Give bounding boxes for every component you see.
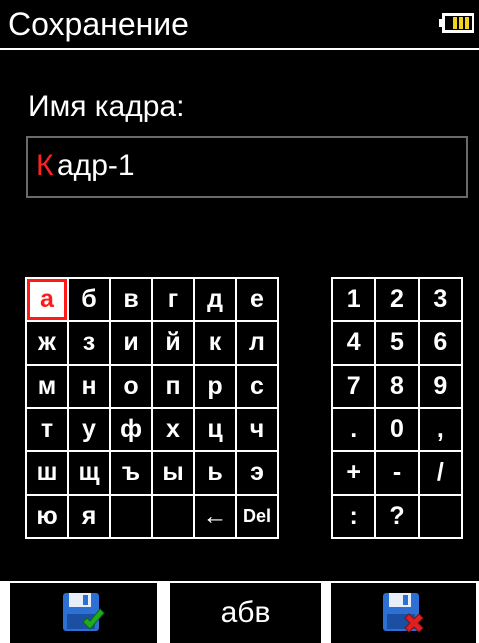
key-o[interactable]: о xyxy=(111,365,151,407)
input-mode-button[interactable]: абв xyxy=(170,583,321,643)
key-5[interactable]: 5 xyxy=(376,322,418,364)
key-4[interactable]: 4 xyxy=(333,322,375,364)
key-hard-sign[interactable]: ъ xyxy=(111,452,151,494)
cancel-button[interactable] xyxy=(331,583,476,643)
key-sh[interactable]: ш xyxy=(27,452,67,494)
key-zh[interactable]: ж xyxy=(27,322,67,364)
save-confirm-icon xyxy=(61,590,107,636)
key-shch[interactable]: щ xyxy=(69,452,109,494)
key-blank-3[interactable] xyxy=(419,495,461,537)
key-e-reversed[interactable]: э xyxy=(237,452,277,494)
key-blank-2[interactable] xyxy=(153,495,193,537)
key-2[interactable]: 2 xyxy=(376,279,418,321)
key-9[interactable]: 9 xyxy=(419,365,461,407)
key-l[interactable]: л xyxy=(237,322,277,364)
key-slash[interactable]: / xyxy=(419,452,461,494)
key-r[interactable]: р xyxy=(195,365,235,407)
key-kh[interactable]: х xyxy=(153,408,193,451)
key-1[interactable]: 1 xyxy=(333,279,375,321)
frame-name-label: Имя кадра: xyxy=(28,90,185,123)
key-ts[interactable]: ц xyxy=(195,408,235,451)
key-v[interactable]: в xyxy=(111,279,151,321)
input-mode-label: абв xyxy=(220,596,271,629)
key-period[interactable]: . xyxy=(333,408,375,451)
key-z[interactable]: з xyxy=(69,322,109,364)
title-divider xyxy=(0,48,479,50)
key-i[interactable]: и xyxy=(111,322,151,364)
page-title: Сохранение xyxy=(8,6,189,42)
alphabet-keypad: а б в г д е ж з и й к л м н о п р с т у … xyxy=(25,277,279,539)
delete-key[interactable]: Del xyxy=(237,495,277,537)
key-b[interactable]: б xyxy=(69,279,109,321)
key-6[interactable]: 6 xyxy=(419,322,461,364)
backspace-key[interactable]: ← xyxy=(195,495,235,537)
key-ya[interactable]: я xyxy=(69,495,109,537)
key-question[interactable]: ? xyxy=(376,495,418,537)
key-a[interactable]: а xyxy=(27,279,67,321)
key-g[interactable]: г xyxy=(153,279,193,321)
key-yu[interactable]: ю xyxy=(27,495,67,537)
key-y[interactable]: ы xyxy=(153,452,193,494)
text-cursor-char: К xyxy=(36,149,54,182)
numeric-keypad: 1 2 3 4 5 6 7 8 9 . 0 , + - / : ? xyxy=(331,277,463,539)
title-bar: Сохранение xyxy=(0,0,479,49)
key-p[interactable]: п xyxy=(153,365,193,407)
key-plus[interactable]: + xyxy=(333,452,375,494)
save-button[interactable] xyxy=(10,583,157,643)
key-ch[interactable]: ч xyxy=(237,408,277,451)
frame-name-value: адр-1 xyxy=(57,149,135,182)
key-comma[interactable]: , xyxy=(419,408,461,451)
key-t[interactable]: т xyxy=(27,408,67,451)
key-e[interactable]: е xyxy=(237,279,277,321)
key-minus[interactable]: - xyxy=(376,452,418,494)
key-soft-sign[interactable]: ь xyxy=(195,452,235,494)
key-3[interactable]: 3 xyxy=(419,279,461,321)
key-colon[interactable]: : xyxy=(333,495,375,537)
key-8[interactable]: 8 xyxy=(376,365,418,407)
key-d[interactable]: д xyxy=(195,279,235,321)
key-f[interactable]: ф xyxy=(111,408,151,451)
key-u[interactable]: у xyxy=(69,408,109,451)
battery-icon xyxy=(439,13,475,33)
save-cancel-icon xyxy=(381,590,427,636)
key-m[interactable]: м xyxy=(27,365,67,407)
key-0[interactable]: 0 xyxy=(376,408,418,451)
key-k[interactable]: к xyxy=(195,322,235,364)
key-s[interactable]: с xyxy=(237,365,277,407)
key-short-i[interactable]: й xyxy=(153,322,193,364)
key-blank-1[interactable] xyxy=(111,495,151,537)
key-n[interactable]: н xyxy=(69,365,109,407)
key-7[interactable]: 7 xyxy=(333,365,375,407)
frame-name-field[interactable]: К адр-1 xyxy=(26,136,468,198)
